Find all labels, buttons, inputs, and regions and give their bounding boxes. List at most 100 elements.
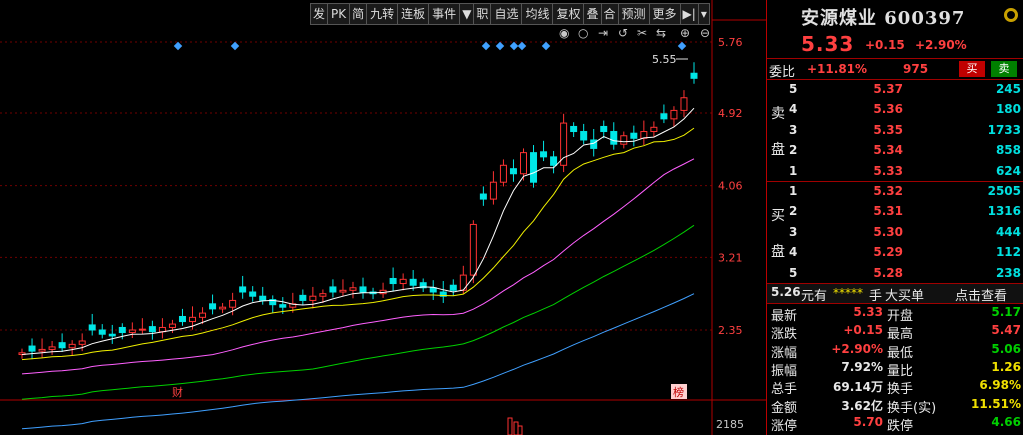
- stat-value: +2.90%: [831, 341, 883, 356]
- book-volume: 858: [995, 143, 1021, 158]
- settings-icon[interactable]: [1004, 8, 1018, 22]
- candle-body: [570, 125, 578, 133]
- candle-body: [118, 326, 126, 334]
- book-price[interactable]: 5.32: [863, 184, 903, 198]
- candle-body: [550, 156, 558, 166]
- kline-svg[interactable]: 5.76 4.92 4.06 3.21 2.35 2185 5.55 ◉ ○ ⇥ ↺ ✂ ⇆ ⊕ ⊖ 财 榜: [0, 0, 766, 435]
- play-icon[interactable]: ▶|: [681, 4, 699, 24]
- candle-body: [610, 131, 618, 145]
- toolbar-limit-up-button[interactable]: 连板: [398, 4, 430, 24]
- skip-icon[interactable]: ⇥: [598, 26, 608, 40]
- book-level: 2: [789, 204, 798, 219]
- candle-body: [319, 293, 327, 297]
- stat-value: 3.62亿: [841, 398, 883, 413]
- y-tick-label: 4.06: [718, 180, 743, 193]
- candle-body: [670, 109, 678, 120]
- book-level: 4: [789, 245, 798, 260]
- book-price[interactable]: 5.28: [863, 266, 903, 280]
- candle-body: [359, 286, 367, 293]
- event-marker-icon: [517, 41, 527, 51]
- book-level: 5: [789, 265, 798, 280]
- candle-body: [48, 346, 56, 350]
- kline-chart[interactable]: 5.76 4.92 4.06 3.21 2.35 2185 5.55 ◉ ○ ⇥ ↺ ✂ ⇆ ⊕ ⊖ 财 榜: [0, 0, 766, 435]
- toolbar-ma-button[interactable]: 均线: [522, 4, 554, 24]
- stat-label: 最低: [887, 345, 914, 361]
- dropdown-icon[interactable]: ▼: [460, 4, 475, 24]
- toolbar-watchlist-button[interactable]: 自选: [491, 4, 523, 24]
- candle-body: [259, 295, 267, 301]
- high-price-label: 5.55: [652, 53, 677, 66]
- toolbar-forecast-button[interactable]: 预测: [619, 4, 650, 24]
- zoom-out-icon[interactable]: ⊖: [700, 26, 710, 40]
- divider: [767, 58, 1023, 59]
- undo-icon[interactable]: ↺: [618, 26, 628, 40]
- big-buy-link[interactable]: 点击查看: [955, 285, 1007, 304]
- fit-icon[interactable]: ⇆: [656, 26, 666, 40]
- eye-icon[interactable]: ◉: [559, 26, 569, 40]
- zoom-in-icon[interactable]: ⊕: [680, 26, 690, 40]
- toolbar-pk-button[interactable]: PK: [328, 4, 351, 24]
- volume-bar: [517, 425, 523, 435]
- buy-button[interactable]: 买: [959, 61, 985, 77]
- toolbar-event-button[interactable]: 事件: [429, 4, 461, 24]
- book-price[interactable]: 5.35: [863, 123, 903, 137]
- candle-body: [650, 126, 658, 133]
- stat-label: 涨跌: [771, 327, 798, 343]
- sell-button[interactable]: 卖: [991, 61, 1017, 77]
- y-tick-label: 2.35: [718, 324, 743, 337]
- book-price[interactable]: 5.30: [863, 225, 903, 239]
- candle-body: [389, 277, 397, 285]
- stat-label: 量比: [887, 363, 914, 379]
- candle-body: [219, 306, 227, 310]
- book-price[interactable]: 5.36: [863, 102, 903, 116]
- weibi-value: +11.81%: [807, 62, 868, 76]
- book-level: 5: [789, 82, 798, 96]
- toolbar-more-button[interactable]: 更多: [650, 4, 681, 24]
- book-price[interactable]: 5.37: [863, 82, 903, 96]
- toolbar-simple-button[interactable]: 简: [350, 4, 368, 24]
- candle-body: [148, 326, 156, 333]
- stat-value: 5.70: [853, 414, 883, 429]
- toolbar-fa-button[interactable]: 发: [311, 4, 329, 24]
- candle-body: [189, 316, 197, 323]
- stat-value: 7.92%: [841, 359, 883, 374]
- price-change: +0.15: [865, 38, 905, 52]
- book-price[interactable]: 5.34: [863, 143, 903, 157]
- rank-marker: 榜: [673, 385, 684, 399]
- toolbar-adjust-button[interactable]: 复权: [553, 4, 585, 24]
- y-tick-label: 4.92: [718, 107, 743, 120]
- bid-label-2: 盘: [771, 244, 785, 260]
- stat-value: 5.06: [991, 341, 1021, 356]
- toolbar-nine-turn-button[interactable]: 九转: [367, 4, 399, 24]
- candle-body: [590, 139, 598, 149]
- big-buy-row[interactable]: 5.26 元有 ***** 手 大买单 点击查看: [767, 284, 1023, 304]
- bid-label-1: 买: [771, 208, 785, 224]
- candle-body: [58, 342, 66, 349]
- stat-value: +0.15: [843, 323, 883, 338]
- chevron-down-icon[interactable]: ▾: [699, 4, 709, 24]
- candle-body: [519, 152, 527, 175]
- toolbar-combine-button[interactable]: 合: [602, 4, 619, 24]
- toolbar-position-button[interactable]: 职: [474, 4, 492, 24]
- stat-value: 5.17: [991, 305, 1021, 319]
- candle-body: [38, 348, 46, 352]
- book-price[interactable]: 5.33: [863, 164, 903, 178]
- candle-body: [199, 312, 207, 318]
- book-price[interactable]: 5.31: [863, 204, 903, 218]
- book-price[interactable]: 5.29: [863, 245, 903, 259]
- ask-label-1: 卖: [771, 106, 785, 122]
- stat-label: 金额: [771, 400, 798, 416]
- candle-body: [209, 303, 217, 310]
- toolbar-overlay-button[interactable]: 叠: [584, 4, 602, 24]
- y-tick-label: 5.76: [718, 36, 743, 49]
- book-volume: 1316: [987, 204, 1021, 219]
- candle-body: [178, 315, 186, 323]
- book-volume: 624: [995, 163, 1021, 178]
- candle-body: [128, 329, 136, 334]
- book-volume: 245: [995, 82, 1021, 96]
- candle-body: [98, 329, 106, 335]
- candle-body: [138, 328, 146, 331]
- circle-icon[interactable]: ○: [578, 26, 588, 40]
- scissors-icon[interactable]: ✂: [637, 26, 647, 40]
- volume-tick-label: 2185: [716, 418, 744, 431]
